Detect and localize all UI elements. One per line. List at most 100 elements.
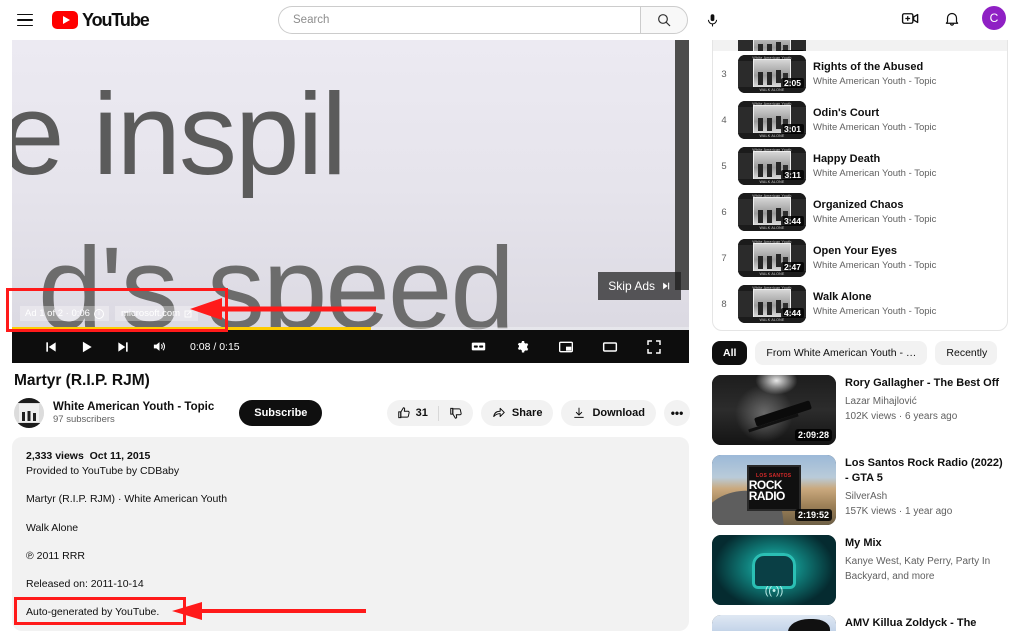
youtube-logo[interactable]: YouTube	[52, 10, 149, 31]
description-spacer	[26, 536, 675, 549]
channel-name[interactable]: White American Youth - Topic	[53, 400, 214, 414]
video-description-box[interactable]: 2,333 views Oct 11, 2015 Provided to You…	[12, 437, 689, 631]
share-arrow-icon	[492, 406, 506, 420]
playlist-channel: White American Youth - Topic	[813, 167, 999, 180]
ad-side-bar-decoration	[675, 40, 689, 290]
playlist-thumbnail[interactable]: White American Youth WALK ALONE 3:44	[738, 193, 806, 231]
playlist-thumbnail[interactable]: White American Youth WALK ALONE 3:01	[738, 101, 806, 139]
playlist-title: Odin's Court	[813, 106, 999, 120]
playlist-title: Open Your Eyes	[813, 244, 999, 258]
channel-text-block: White American Youth - Topic 97 subscrib…	[53, 400, 214, 427]
like-button[interactable]: 31	[397, 406, 428, 420]
skip-ads-label: Skip Ads	[608, 279, 655, 293]
settings-button[interactable]	[505, 330, 539, 363]
account-avatar[interactable]: C	[982, 6, 1006, 30]
description-views-date: 2,333 views Oct 11, 2015	[26, 449, 675, 464]
recommended-duration: 2:19:52	[795, 509, 832, 521]
miniplayer-button[interactable]	[549, 330, 583, 363]
header-right-actions: C	[898, 6, 1006, 30]
playlist-text-block: Happy Death White American Youth - Topic	[813, 152, 999, 180]
create-video-button[interactable]	[898, 6, 922, 30]
recommended-meta: 157K views · 1 year ago	[845, 504, 1008, 519]
playlist-duration: 4:38	[781, 50, 804, 51]
recommended-thumbnail[interactable]	[712, 615, 836, 631]
more-actions-button[interactable]: •••	[664, 400, 690, 426]
voice-search-button[interactable]	[698, 6, 726, 34]
notifications-button[interactable]	[940, 6, 964, 30]
list-item[interactable]: AMV Killua Zoldyck - The	[712, 615, 1008, 631]
dislike-button[interactable]	[449, 406, 463, 420]
list-item[interactable]: 8 White American Youth WALK ALONE 4:44 W…	[713, 281, 1007, 330]
share-button[interactable]: Share	[481, 400, 554, 426]
previous-button[interactable]	[34, 330, 68, 363]
thumbnail-logo-line-2: ROCK RADIO	[749, 480, 799, 503]
volume-button[interactable]	[142, 330, 176, 363]
hamburger-menu-icon[interactable]	[12, 7, 38, 33]
playlist-index: 7	[717, 253, 731, 264]
chevron-right-icon[interactable]	[1005, 347, 1008, 359]
next-button[interactable]	[106, 330, 140, 363]
ad-advertiser-link[interactable]: microsoft.com	[115, 306, 198, 321]
ad-counter-badge: Ad 1 of 2 · 0:06 i	[20, 306, 109, 321]
play-button[interactable]	[70, 330, 104, 363]
playlist-text-block: Organized Chaos White American Youth - T…	[813, 198, 999, 226]
chip-from-channel[interactable]: From White American Youth - …	[755, 341, 927, 365]
list-item[interactable]: 2:09:28 Rory Gallagher - The Best Off La…	[712, 375, 1008, 445]
playlist-thumbnail[interactable]: White American Youth WALK ALONE 4:44	[738, 285, 806, 323]
playlist-duration: 3:11	[781, 170, 804, 180]
list-item[interactable]: 4 White American Youth WALK ALONE 3:01 O…	[713, 97, 1007, 143]
playlist-title: Rights of the Abused	[813, 60, 999, 74]
playlist-index: 6	[717, 207, 731, 218]
playlist-duration: 2:05	[781, 78, 804, 88]
download-button[interactable]: Download	[561, 400, 656, 426]
bell-icon	[943, 9, 961, 27]
closed-captions-icon	[470, 338, 487, 355]
chip-all[interactable]: All	[712, 341, 747, 365]
thumbnail-artwork	[712, 615, 836, 631]
description-spacer	[26, 564, 675, 577]
skip-next-icon	[661, 281, 671, 291]
recommended-title: Los Santos Rock Radio (2022) - GTA 5	[845, 456, 1008, 486]
search-input[interactable]	[293, 14, 626, 26]
search-button[interactable]	[640, 6, 688, 34]
info-icon[interactable]: i	[94, 309, 104, 319]
search-box[interactable]	[278, 6, 640, 34]
playlist-channel: White American Youth - Topic	[813, 259, 999, 272]
top-header-bar: YouTube	[0, 0, 1020, 40]
playlist-thumbnail[interactable]: White American Youth WALK ALONE 2:05	[738, 55, 806, 93]
list-item[interactable]: 5 White American Youth WALK ALONE 3:11 H…	[713, 143, 1007, 189]
like-count: 31	[416, 407, 428, 419]
list-item[interactable]: 3 White American Youth WALK ALONE 2:05 R…	[713, 51, 1007, 97]
subscribe-button[interactable]: Subscribe	[239, 400, 322, 426]
recommended-thumbnail[interactable]: 2:09:28	[712, 375, 836, 445]
playlist-thumbnail[interactable]: White American Youth WALK ALONE 3:11	[738, 147, 806, 185]
list-item[interactable]: 7 White American Youth WALK ALONE 2:47 O…	[713, 235, 1007, 281]
thumbnail-logo: LOS SANTOS ROCK RADIO	[747, 465, 801, 511]
video-player[interactable]: e inspil d's speed Skip Ads Ad 1 of 2 · …	[12, 40, 689, 363]
search-icon	[656, 12, 672, 28]
page-title: Martyr (R.I.P. RJM)	[14, 372, 150, 390]
chip-recently[interactable]: Recently	[935, 341, 997, 365]
description-released-line: Released on: 2011-10-14	[26, 577, 675, 592]
thumbs-down-icon	[449, 406, 463, 420]
playlist-thumbnail[interactable]: White American Youth WALK ALONE 2:47	[738, 239, 806, 277]
create-video-icon	[901, 9, 920, 28]
recommended-title: AMV Killua Zoldyck - The	[845, 616, 1008, 631]
list-item[interactable]: ((•)) My Mix Kanye West, Katy Perry, Par…	[712, 535, 1008, 605]
fullscreen-button[interactable]	[637, 330, 671, 363]
playlist-channel: White American Youth - Topic	[813, 305, 999, 318]
list-item[interactable]: LOS SANTOS ROCK RADIO 2:19:52 Los Santos…	[712, 455, 1008, 525]
skip-ads-button[interactable]: Skip Ads	[598, 272, 681, 300]
video-action-buttons: 31 Share Download	[387, 400, 690, 426]
recommended-thumbnail[interactable]: ((•))	[712, 535, 836, 605]
fullscreen-icon	[646, 339, 662, 355]
volume-icon	[152, 339, 167, 354]
theater-mode-button[interactable]	[593, 330, 627, 363]
youtube-watch-page: YouTube	[0, 0, 1020, 631]
captions-button[interactable]	[461, 330, 495, 363]
playlist-title: Walk Alone	[813, 290, 999, 304]
player-controls-bar: 0:08 / 0:15	[12, 330, 689, 363]
recommended-thumbnail[interactable]: LOS SANTOS ROCK RADIO 2:19:52	[712, 455, 836, 525]
list-item[interactable]: 6 White American Youth WALK ALONE 3:44 O…	[713, 189, 1007, 235]
avatar[interactable]	[14, 398, 44, 428]
